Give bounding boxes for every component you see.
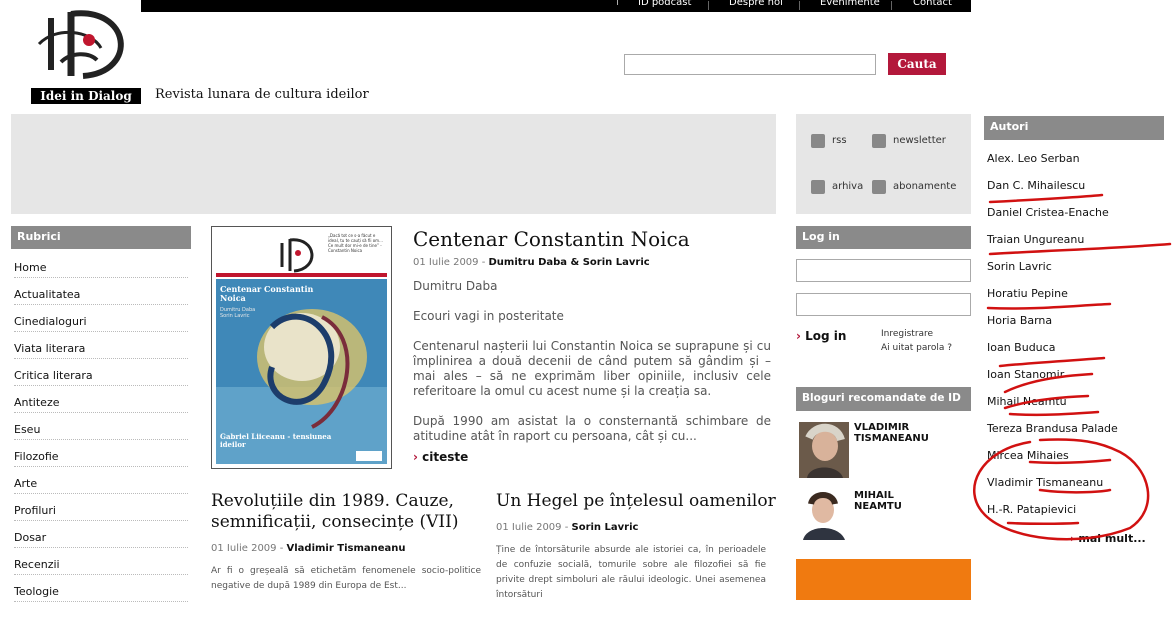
- red-annotation-marks: [973, 193, 1172, 541]
